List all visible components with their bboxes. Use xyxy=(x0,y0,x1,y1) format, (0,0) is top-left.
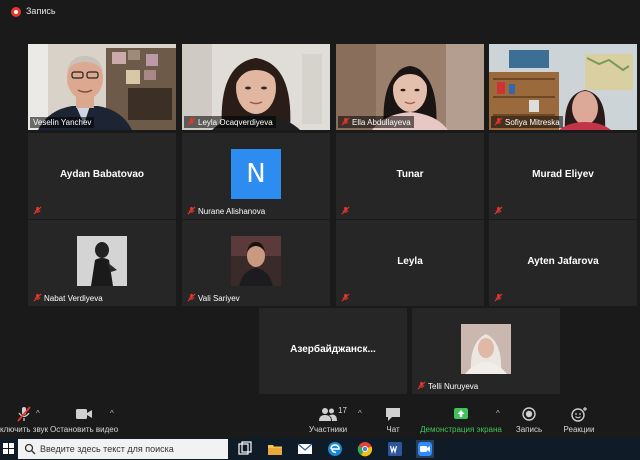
video-tile-nabat[interactable]: Nabat Verdiyeva xyxy=(28,220,176,306)
participant-name-text: Telli Nuruyeva xyxy=(428,382,479,391)
audio-options-caret[interactable]: ^ xyxy=(36,409,40,418)
muted-mic-icon xyxy=(494,293,503,302)
avatar xyxy=(231,236,281,286)
record-button[interactable]: Запись xyxy=(510,400,548,438)
video-tile-ayten[interactable]: Ayten Jafarova xyxy=(489,220,637,306)
muted-indicator xyxy=(338,205,355,217)
muted-mic-icon xyxy=(33,206,42,215)
muted-indicator xyxy=(491,292,508,304)
participant-name-text: Nabat Verdiyeva xyxy=(44,294,103,303)
share-screen-label: Демонстрация экрана xyxy=(420,425,502,434)
participant-name-text: Nurane Alishanova xyxy=(198,207,266,216)
file-explorer-icon[interactable] xyxy=(266,440,284,458)
participant-name: Nurane Alishanova xyxy=(184,205,268,217)
video-options-caret[interactable]: ^ xyxy=(110,409,114,418)
participant-name: Leyla xyxy=(397,256,423,267)
participant-name: Азербайджанск... xyxy=(290,344,376,355)
video-tile-telli[interactable]: Telli Nuruyeva xyxy=(412,308,560,394)
search-icon xyxy=(24,443,36,455)
participant-name-text: Leyla Ocaqverdiyeva xyxy=(198,118,273,127)
video-tile-nurane[interactable]: N Nurane Alishanova xyxy=(182,133,330,219)
video-tile-tunar[interactable]: Tunar xyxy=(336,133,484,219)
share-screen-icon xyxy=(454,408,468,419)
video-camera-icon xyxy=(76,409,92,419)
participant-name-text: Vali Sariyev xyxy=(198,294,240,303)
zoom-app-icon[interactable] xyxy=(416,440,434,458)
windows-taskbar: Введите здесь текст для поиска xyxy=(0,438,640,460)
muted-indicator xyxy=(30,205,47,217)
participant-name-text: Ella Abdullayeva xyxy=(352,118,411,127)
taskbar-search-input[interactable]: Введите здесь текст для поиска xyxy=(18,439,228,459)
participant-name: Veselin Yanchev xyxy=(30,117,95,128)
video-tile-leyla-o[interactable]: Leyla Ocaqverdiyeva xyxy=(182,44,330,130)
muted-mic-icon xyxy=(494,117,503,126)
participant-name-text: Sofiya Mitreska xyxy=(505,118,560,127)
reactions-label: Реакции xyxy=(563,425,595,434)
avatar xyxy=(77,236,127,286)
muted-mic-icon xyxy=(187,206,196,215)
muted-mic-icon xyxy=(341,206,350,215)
chat-button[interactable]: Чат xyxy=(376,400,410,438)
participant-name: Ella Abdullayeva xyxy=(338,116,414,128)
muted-mic-icon xyxy=(494,206,503,215)
participant-name: Nabat Verdiyeva xyxy=(30,292,106,304)
participants-count: 17 xyxy=(338,406,347,415)
muted-mic-icon xyxy=(17,406,31,422)
participant-name: Leyla Ocaqverdiyeva xyxy=(184,116,276,128)
search-placeholder: Введите здесь текст для поиска xyxy=(40,444,174,454)
participants-label: Участники xyxy=(308,425,348,434)
share-options-caret[interactable]: ^ xyxy=(496,409,500,418)
participants-icon xyxy=(319,408,337,421)
task-view-icon[interactable] xyxy=(236,440,254,458)
participant-name: Ayten Jafarova xyxy=(527,256,599,267)
muted-mic-icon xyxy=(187,117,196,126)
reactions-button[interactable]: Реакции xyxy=(558,400,600,438)
participant-name: Aydan Babatovao xyxy=(59,169,145,180)
recording-label: Запись xyxy=(26,6,56,16)
muted-mic-icon xyxy=(33,293,42,302)
participants-options-caret[interactable]: ^ xyxy=(358,409,362,418)
muted-indicator xyxy=(491,205,508,217)
muted-mic-icon xyxy=(341,117,350,126)
record-label: Запись xyxy=(515,425,543,434)
video-tile-aydan[interactable]: Aydan Babatovao xyxy=(28,133,176,219)
video-tile-vali[interactable]: Vali Sariyev xyxy=(182,220,330,306)
word-icon[interactable] xyxy=(386,440,404,458)
top-bar: Запись xyxy=(0,0,640,24)
chat-icon xyxy=(386,408,400,421)
participant-name: Telli Nuruyeva xyxy=(414,380,481,392)
muted-mic-icon xyxy=(341,293,350,302)
video-tile-veselin[interactable]: Veselin Yanchev xyxy=(28,44,176,130)
video-tile-leyla[interactable]: Leyla xyxy=(336,220,484,306)
mail-icon[interactable] xyxy=(296,440,314,458)
avatar xyxy=(461,324,511,374)
recording-icon xyxy=(11,7,21,17)
video-tile-sofiya[interactable]: Sofiya Mitreska xyxy=(489,44,637,130)
muted-mic-icon xyxy=(187,293,196,302)
muted-indicator xyxy=(338,292,355,304)
participant-name: Vali Sariyev xyxy=(184,292,243,304)
participant-name: Tunar xyxy=(396,169,424,180)
chrome-browser-icon[interactable] xyxy=(356,440,374,458)
video-tile-azerb[interactable]: Азербайджанск... xyxy=(259,308,407,394)
unmute-button[interactable]: ключить звук xyxy=(0,400,48,438)
unmute-label: ключить звук xyxy=(0,425,49,434)
stop-video-button[interactable]: Остановить видео xyxy=(50,400,118,438)
stop-video-label: Остановить видео xyxy=(50,425,119,434)
edge-browser-icon[interactable] xyxy=(326,440,344,458)
video-tile-murad[interactable]: Murad Eliyev xyxy=(489,133,637,219)
windows-start-icon[interactable] xyxy=(0,438,18,460)
participant-name: Murad Eliyev xyxy=(532,169,594,180)
chat-label: Чат xyxy=(386,425,400,434)
share-screen-button[interactable]: Демонстрация экрана xyxy=(420,400,502,438)
meeting-toolbar: ключить звук ^ Остановить видео ^ Участн… xyxy=(0,400,640,438)
record-icon xyxy=(522,407,536,421)
avatar: N xyxy=(231,149,281,199)
muted-mic-icon xyxy=(417,381,426,390)
participant-name: Sofiya Mitreska xyxy=(491,116,563,128)
reactions-icon xyxy=(571,407,587,422)
video-tile-ella[interactable]: Ella Abdullayeva xyxy=(336,44,484,130)
